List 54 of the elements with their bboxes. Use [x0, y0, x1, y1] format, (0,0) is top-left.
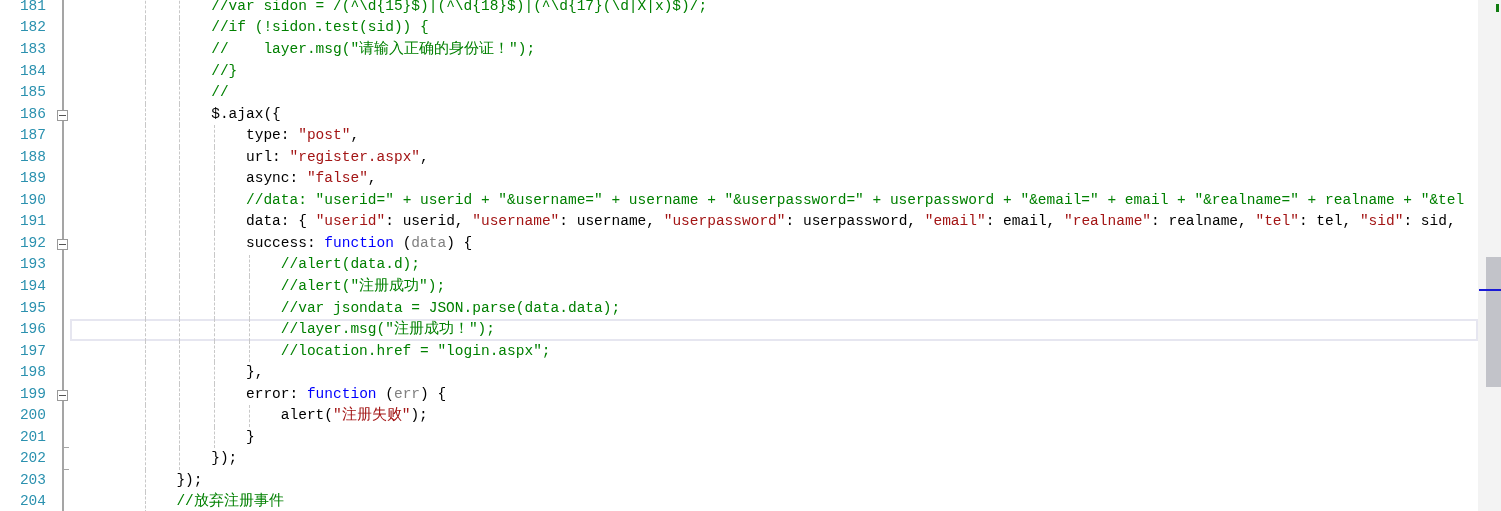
code-line: error: function (err) {: [246, 384, 447, 404]
code-line: //if (!sidon.test(sid)) {: [211, 18, 429, 38]
code-line: async: "false",: [246, 169, 377, 189]
line-number: 193: [18, 255, 46, 275]
code-line: });: [211, 449, 238, 469]
line-number: 188: [18, 147, 46, 167]
line-number: 201: [18, 427, 46, 447]
line-number: 197: [18, 341, 46, 361]
code-line: //}: [211, 61, 238, 81]
fold-toggle[interactable]: [57, 389, 68, 401]
line-number: 182: [18, 18, 46, 38]
code-line: //location.href = "login.aspx";: [280, 341, 551, 361]
line-number: 194: [18, 277, 46, 296]
line-number: 192: [18, 233, 46, 253]
line-number: 196: [18, 320, 46, 340]
fold-toggle[interactable]: [57, 239, 68, 250]
code-line: $.ajax({: [211, 104, 281, 124]
line-number: 184: [18, 61, 46, 81]
code-line: type: "post",: [246, 126, 360, 146]
code-line: //var sidon = /(^\d{15}$)|(^\d{18}$)|(^\d{17}(\d|X|x)$)/;: [211, 0, 708, 16]
line-number: 204: [18, 492, 46, 511]
code-line: },: [246, 363, 264, 383]
line-number: 185: [18, 83, 46, 103]
code-line: //放弃注册事件: [176, 491, 284, 511]
line-number: 200: [18, 406, 46, 426]
code-line: url: "register.aspx",: [246, 147, 429, 167]
line-number: 195: [18, 298, 46, 318]
line-number: 191: [18, 212, 46, 232]
code-line: // layer.msg("请输入正确的身份证！");: [211, 39, 536, 59]
line-number: 199: [18, 384, 46, 404]
line-number: 202: [18, 449, 46, 469]
code-line: //: [211, 83, 229, 103]
code-line: }: [246, 427, 255, 447]
line-number: 198: [18, 363, 46, 383]
line-number: 183: [18, 40, 46, 59]
code-line: //data: "userid=" + userid + "&username=" + username + "&userpassword=" + userpassword + "&email=" + email + "&realname=" + realname + "&tel: [246, 190, 1465, 210]
line-number: 190: [18, 190, 46, 210]
code-line: //alert(data.d);: [280, 255, 421, 275]
code-line: //alert("注册成功");: [280, 276, 446, 296]
change-marker: [1496, 4, 1499, 12]
code-line: data: { "userid": userid, "username": username, "userpassword": userpassword, "email": email, "realname": realname, "tel": tel, "sid": sid,: [246, 212, 1456, 232]
line-number: 187: [18, 126, 46, 146]
code-line: alert("注册失败");: [280, 405, 428, 426]
line-number: 186: [18, 104, 46, 124]
fold-toggle[interactable]: [57, 109, 68, 121]
caret-position-marker: [1479, 289, 1501, 291]
code-line: success: function (data) {: [246, 233, 473, 253]
scrollbar-thumb[interactable]: [1486, 257, 1501, 387]
code-line: //layer.msg("注册成功！");: [280, 319, 496, 340]
code-line: //var jsondata = JSON.parse(data.data);: [280, 298, 621, 318]
code-line: });: [176, 470, 203, 490]
line-number: 203: [18, 470, 46, 490]
line-number: 189: [18, 169, 46, 189]
line-number: 181: [18, 0, 46, 16]
